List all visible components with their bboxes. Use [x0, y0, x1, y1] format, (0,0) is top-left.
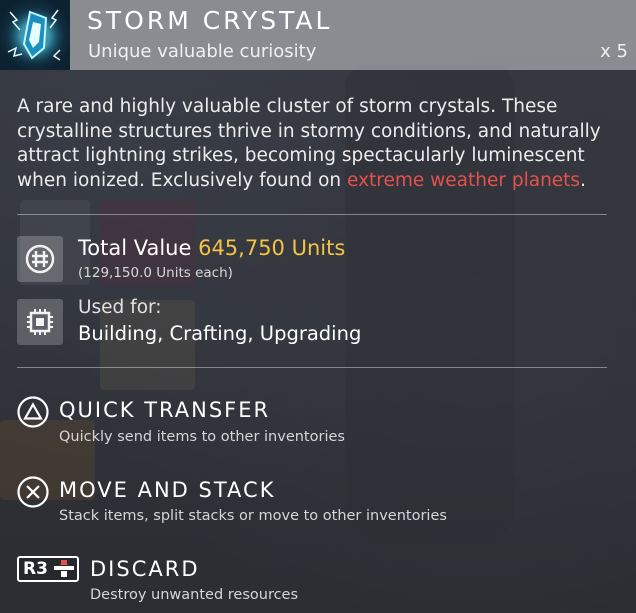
r3-button-icon: R3	[17, 556, 79, 582]
total-value-amount: 645,750 Units	[198, 236, 346, 260]
item-header: STORM CRYSTAL Unique valuable curiosity …	[0, 0, 636, 70]
triangle-button-icon	[17, 396, 49, 428]
r3-label: R3	[23, 559, 48, 579]
divider	[17, 214, 607, 215]
quick-transfer-title: QUICK TRANSFER	[59, 398, 271, 422]
used-for-value: Building, Crafting, Upgrading	[78, 322, 362, 345]
discard-title: DISCARD	[90, 557, 200, 581]
description-end: .	[580, 169, 586, 191]
description-highlight: extreme weather planets	[347, 169, 581, 191]
divider	[17, 367, 607, 368]
cross-button-icon	[17, 476, 49, 508]
unit-value-each: (129,150.0 Units each)	[78, 265, 233, 281]
used-for-label: Used for:	[78, 297, 162, 318]
item-quantity: x 5	[600, 41, 628, 62]
move-and-stack-title: MOVE AND STACK	[59, 478, 276, 502]
quick-transfer-desc: Quickly send items to other inventories	[59, 429, 345, 445]
item-subtitle: Unique valuable curiosity	[88, 41, 317, 62]
total-value-label: Total Value	[78, 236, 192, 260]
storm-crystal-icon	[0, 0, 70, 70]
move-and-stack-desc: Stack items, split stacks or move to oth…	[59, 508, 447, 524]
item-description: A rare and highly valuable cluster of st…	[17, 95, 617, 193]
units-icon	[17, 236, 63, 282]
chip-icon	[17, 299, 63, 345]
discard-desc: Destroy unwanted resources	[90, 587, 299, 603]
item-name: STORM CRYSTAL	[87, 6, 333, 35]
total-value: Total Value 645,750 Units	[78, 236, 345, 260]
